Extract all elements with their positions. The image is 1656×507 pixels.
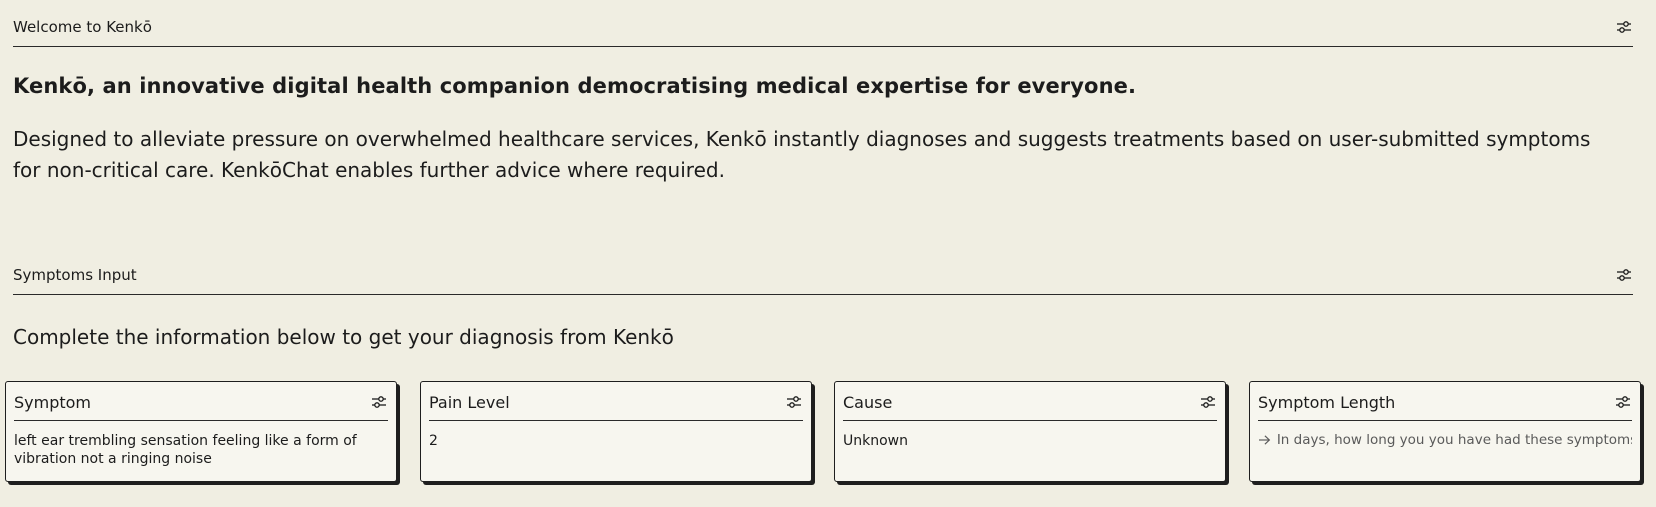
cause-settings-button[interactable]	[1199, 393, 1217, 411]
symptom-length-input[interactable]	[1276, 432, 1632, 448]
card-divider	[429, 420, 803, 421]
sliders-icon	[1617, 21, 1631, 33]
sliders-icon	[1616, 396, 1630, 408]
symptom-length-input-row	[1258, 432, 1632, 448]
card-header: Symptom Length	[1258, 390, 1632, 414]
symptoms-section-header: Symptoms Input	[13, 265, 1633, 285]
welcome-section-title: Welcome to Kenkō	[13, 18, 152, 36]
intro-description: Designed to alleviate pressure on overwh…	[13, 127, 1591, 182]
symptom-length-settings-button[interactable]	[1614, 393, 1632, 411]
welcome-divider	[13, 46, 1633, 47]
symptoms-divider	[13, 294, 1633, 295]
symptom-length-label: Symptom Length	[1258, 392, 1396, 412]
sliders-icon	[1617, 269, 1631, 281]
symptom-card[interactable]: Symptom left ear trembling sensation fee…	[5, 381, 397, 482]
pain-level-card[interactable]: Pain Level 2	[420, 381, 812, 482]
symptoms-instruction: Complete the information below to get yo…	[13, 325, 674, 349]
sliders-icon	[787, 396, 801, 408]
symptom-label: Symptom	[14, 392, 92, 412]
welcome-settings-button[interactable]	[1615, 18, 1633, 36]
app-page: Welcome to Kenkō Kenkō, an innovative di…	[0, 0, 1656, 507]
sliders-icon	[1201, 396, 1215, 408]
intro-headline: Kenkō, an innovative digital health comp…	[13, 74, 1137, 98]
pain-level-label: Pain Level	[429, 392, 510, 412]
symptoms-settings-button[interactable]	[1615, 266, 1633, 284]
sliders-icon	[372, 396, 386, 408]
symptom-value[interactable]: left ear trembling sensation feeling lik…	[14, 432, 388, 468]
card-divider	[1258, 420, 1632, 421]
cause-card[interactable]: Cause Unknown	[834, 381, 1226, 482]
cause-value[interactable]: Unknown	[843, 432, 1217, 450]
welcome-section-header: Welcome to Kenkō	[13, 17, 1633, 37]
card-header: Symptom	[14, 390, 388, 414]
arrow-right-icon	[1258, 435, 1271, 445]
symptoms-section-title: Symptoms Input	[13, 266, 137, 284]
symptom-settings-button[interactable]	[370, 393, 388, 411]
pain-level-value[interactable]: 2	[429, 432, 803, 450]
card-divider	[843, 420, 1217, 421]
card-header: Cause	[843, 390, 1217, 414]
pain-level-settings-button[interactable]	[785, 393, 803, 411]
card-divider	[14, 420, 388, 421]
symptom-length-card[interactable]: Symptom Length	[1249, 381, 1641, 482]
card-header: Pain Level	[429, 390, 803, 414]
cause-label: Cause	[843, 392, 893, 412]
